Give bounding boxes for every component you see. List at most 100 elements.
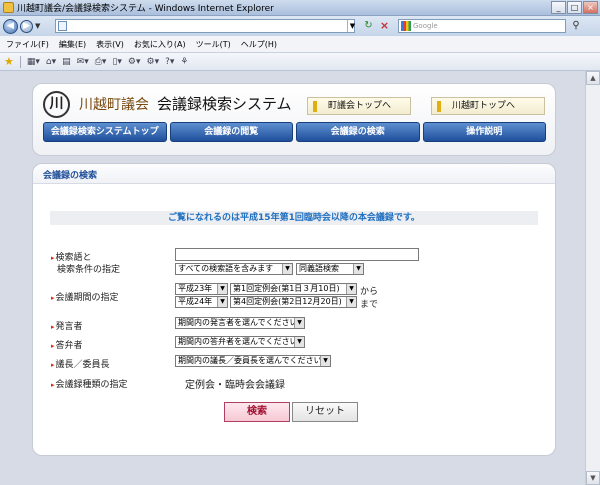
main-nav: 会議録検索システムトップ 会議録の閲覧 会議録の検索 操作説明 <box>43 122 546 142</box>
window-controls: _ □ × <box>551 1 598 14</box>
link-bar-icon <box>313 101 317 112</box>
bullet-icon: ▸ <box>51 254 55 262</box>
speaker-value: 期間内の発言者を選んでください <box>178 318 298 327</box>
help-icon[interactable]: ?▾ <box>165 56 174 68</box>
window-titlebar: 川越町議会/会議録検索システム - Windows Internet Explo… <box>0 0 600 16</box>
maximize-button[interactable]: □ <box>567 1 582 14</box>
safety-icon[interactable]: ⚙▾ <box>128 56 141 68</box>
home-icon[interactable]: ⌂▾ <box>46 56 56 68</box>
nav-system-top[interactable]: 会議録検索システムトップ <box>43 122 167 142</box>
town-top-label: 川越町トップへ <box>452 101 516 111</box>
chair-value: 期間内の議長／委員長を選んでください <box>178 356 322 365</box>
separator <box>19 55 21 68</box>
chevron-down-icon: ▼ <box>346 297 356 307</box>
town-top-link[interactable]: 川越町トップへ <box>431 97 545 115</box>
search-input[interactable]: Google <box>398 19 566 33</box>
period-from-year-select[interactable]: 平成23年 ▼ <box>175 283 228 295</box>
page-menu-icon[interactable]: ▯▾ <box>112 56 121 68</box>
period-to-year-value: 平成24年 <box>178 297 213 306</box>
url-field[interactable] <box>55 19 355 33</box>
nav-help[interactable]: 操作説明 <box>422 122 546 142</box>
minimize-button[interactable]: _ <box>551 1 566 14</box>
town-name: 川越町議会 <box>79 97 149 113</box>
bullet-icon: ▸ <box>51 294 55 302</box>
period-label: ▸会議期間の指定 <box>51 290 119 303</box>
notice-text: ご覧になれるのは平成15年第1回臨時会以降の本会議録です。 <box>50 211 538 225</box>
chevron-down-icon: ▼ <box>217 284 227 294</box>
menu-favorites[interactable]: お気に入り(A) <box>134 39 186 50</box>
system-title: 会議録検索システム <box>157 95 292 113</box>
back-icon[interactable]: ◀ <box>3 18 18 34</box>
keyword-label-line2: 検索条件の指定 <box>57 265 121 275</box>
record-type-value: 定例会・臨時会会議録 <box>185 380 285 391</box>
answerer-select[interactable]: 期間内の答弁者を選んでください ▼ <box>175 336 305 348</box>
mail-icon[interactable]: ✉▾ <box>77 56 89 68</box>
bullet-icon: ▸ <box>51 361 55 369</box>
favorites-star-icon[interactable]: ★ <box>4 55 14 68</box>
google-icon <box>401 21 411 31</box>
chevron-down-icon: ▼ <box>320 356 330 366</box>
print-icon[interactable]: ⎙▾ <box>95 56 107 68</box>
period-from-session-select[interactable]: 第1回定例会(第1日３月10日) ▼ <box>230 283 357 295</box>
link-bar-icon <box>437 101 441 112</box>
chevron-down-icon: ▼ <box>217 297 227 307</box>
close-button[interactable]: × <box>583 1 598 14</box>
chevron-down-icon: ▼ <box>353 264 363 274</box>
forward-icon[interactable]: ▶ <box>20 19 33 33</box>
period-to-session-select[interactable]: 第4回定例会(第2日12月20日) ▼ <box>230 296 357 308</box>
menu-tools[interactable]: ツール(T) <box>196 39 231 50</box>
keyword-mode-value: すべての検索語を含みます <box>178 264 274 273</box>
refresh-icon[interactable]: ↻ <box>362 20 375 33</box>
reset-button[interactable]: リセット <box>292 402 358 422</box>
keyword-mode-select[interactable]: すべての検索語を含みます ▼ <box>175 263 293 275</box>
chair-label-text: 議長／委員長 <box>55 360 110 370</box>
feeds-icon[interactable]: ▤ <box>62 56 71 68</box>
panel-title: 会議録の検索 <box>33 164 555 184</box>
history-dropdown-icon[interactable]: ▼ <box>35 22 40 30</box>
period-from-suffix: から <box>360 287 379 297</box>
period-from-year-value: 平成23年 <box>178 284 213 293</box>
search-button[interactable]: 検索 <box>224 402 290 422</box>
chair-label: ▸議長／委員長 <box>51 357 110 370</box>
speaker-label-text: 発言者 <box>55 322 83 332</box>
menu-view[interactable]: 表示(V) <box>96 39 124 50</box>
chevron-down-icon: ▼ <box>346 284 356 294</box>
menu-file[interactable]: ファイル(F) <box>6 39 49 50</box>
scroll-up-icon[interactable]: ▲ <box>586 71 600 85</box>
chair-select[interactable]: 期間内の議長／委員長を選んでください ▼ <box>175 355 331 367</box>
speaker-label: ▸発言者 <box>51 319 83 332</box>
command-toolbar: ★ ▦▾ ⌂▾ ▤ ✉▾ ⎙▾ ▯▾ ⚙▾ ⚙▾ ?▾ ⚘ <box>0 53 600 71</box>
bullet-icon: ▸ <box>51 342 55 350</box>
research-icon[interactable]: ⚘ <box>180 56 188 68</box>
chevron-down-icon: ▼ <box>282 264 292 274</box>
record-type-label: ▸会議録種類の指定 <box>51 377 128 390</box>
menu-edit[interactable]: 編集(E) <box>59 39 86 50</box>
period-to-session-value: 第4回定例会(第2日12月20日) <box>233 297 342 306</box>
chevron-down-icon: ▼ <box>294 318 304 328</box>
search-icon[interactable]: ⚲ <box>568 19 584 33</box>
council-top-link[interactable]: 町議会トップへ <box>307 97 411 115</box>
period-to-suffix: まで <box>360 300 379 310</box>
tools-icon[interactable]: ⚙▾ <box>147 56 160 68</box>
nav-search[interactable]: 会議録の検索 <box>296 122 420 142</box>
menu-help[interactable]: ヘルプ(H) <box>241 39 277 50</box>
period-to-year-select[interactable]: 平成24年 ▼ <box>175 296 228 308</box>
url-dropdown-icon[interactable]: ▼ <box>347 20 357 32</box>
address-bar: ◀ ▶ ▼ ▼ ↻ × Google ⚲ <box>0 16 600 36</box>
scroll-down-icon[interactable]: ▼ <box>586 471 600 485</box>
nav-browse[interactable]: 会議録の閲覧 <box>169 122 293 142</box>
stop-icon[interactable]: × <box>378 20 391 33</box>
chevron-down-icon: ▼ <box>294 337 304 347</box>
menu-bar: ファイル(F) 編集(E) 表示(V) お気に入り(A) ツール(T) ヘルプ(… <box>0 36 600 53</box>
site-header: 川 川越町議会 会議録検索システム 町議会トップへ 川越町トップへ 会議録検索シ… <box>32 83 556 156</box>
keyword-input[interactable] <box>175 248 419 261</box>
vertical-scrollbar[interactable]: ▲ ▼ <box>585 71 600 485</box>
search-placeholder: Google <box>413 22 438 30</box>
keyword-type-select[interactable]: 同義語検索 ▼ <box>296 263 364 275</box>
town-logo-icon: 川 <box>43 91 70 118</box>
speaker-select[interactable]: 期間内の発言者を選んでください ▼ <box>175 317 305 329</box>
answerer-label: ▸答弁者 <box>51 338 83 351</box>
record-type-label-text: 会議録種類の指定 <box>55 380 128 390</box>
tabs-icon[interactable]: ▦▾ <box>27 56 40 68</box>
keyword-type-value: 同義語検索 <box>299 264 339 273</box>
